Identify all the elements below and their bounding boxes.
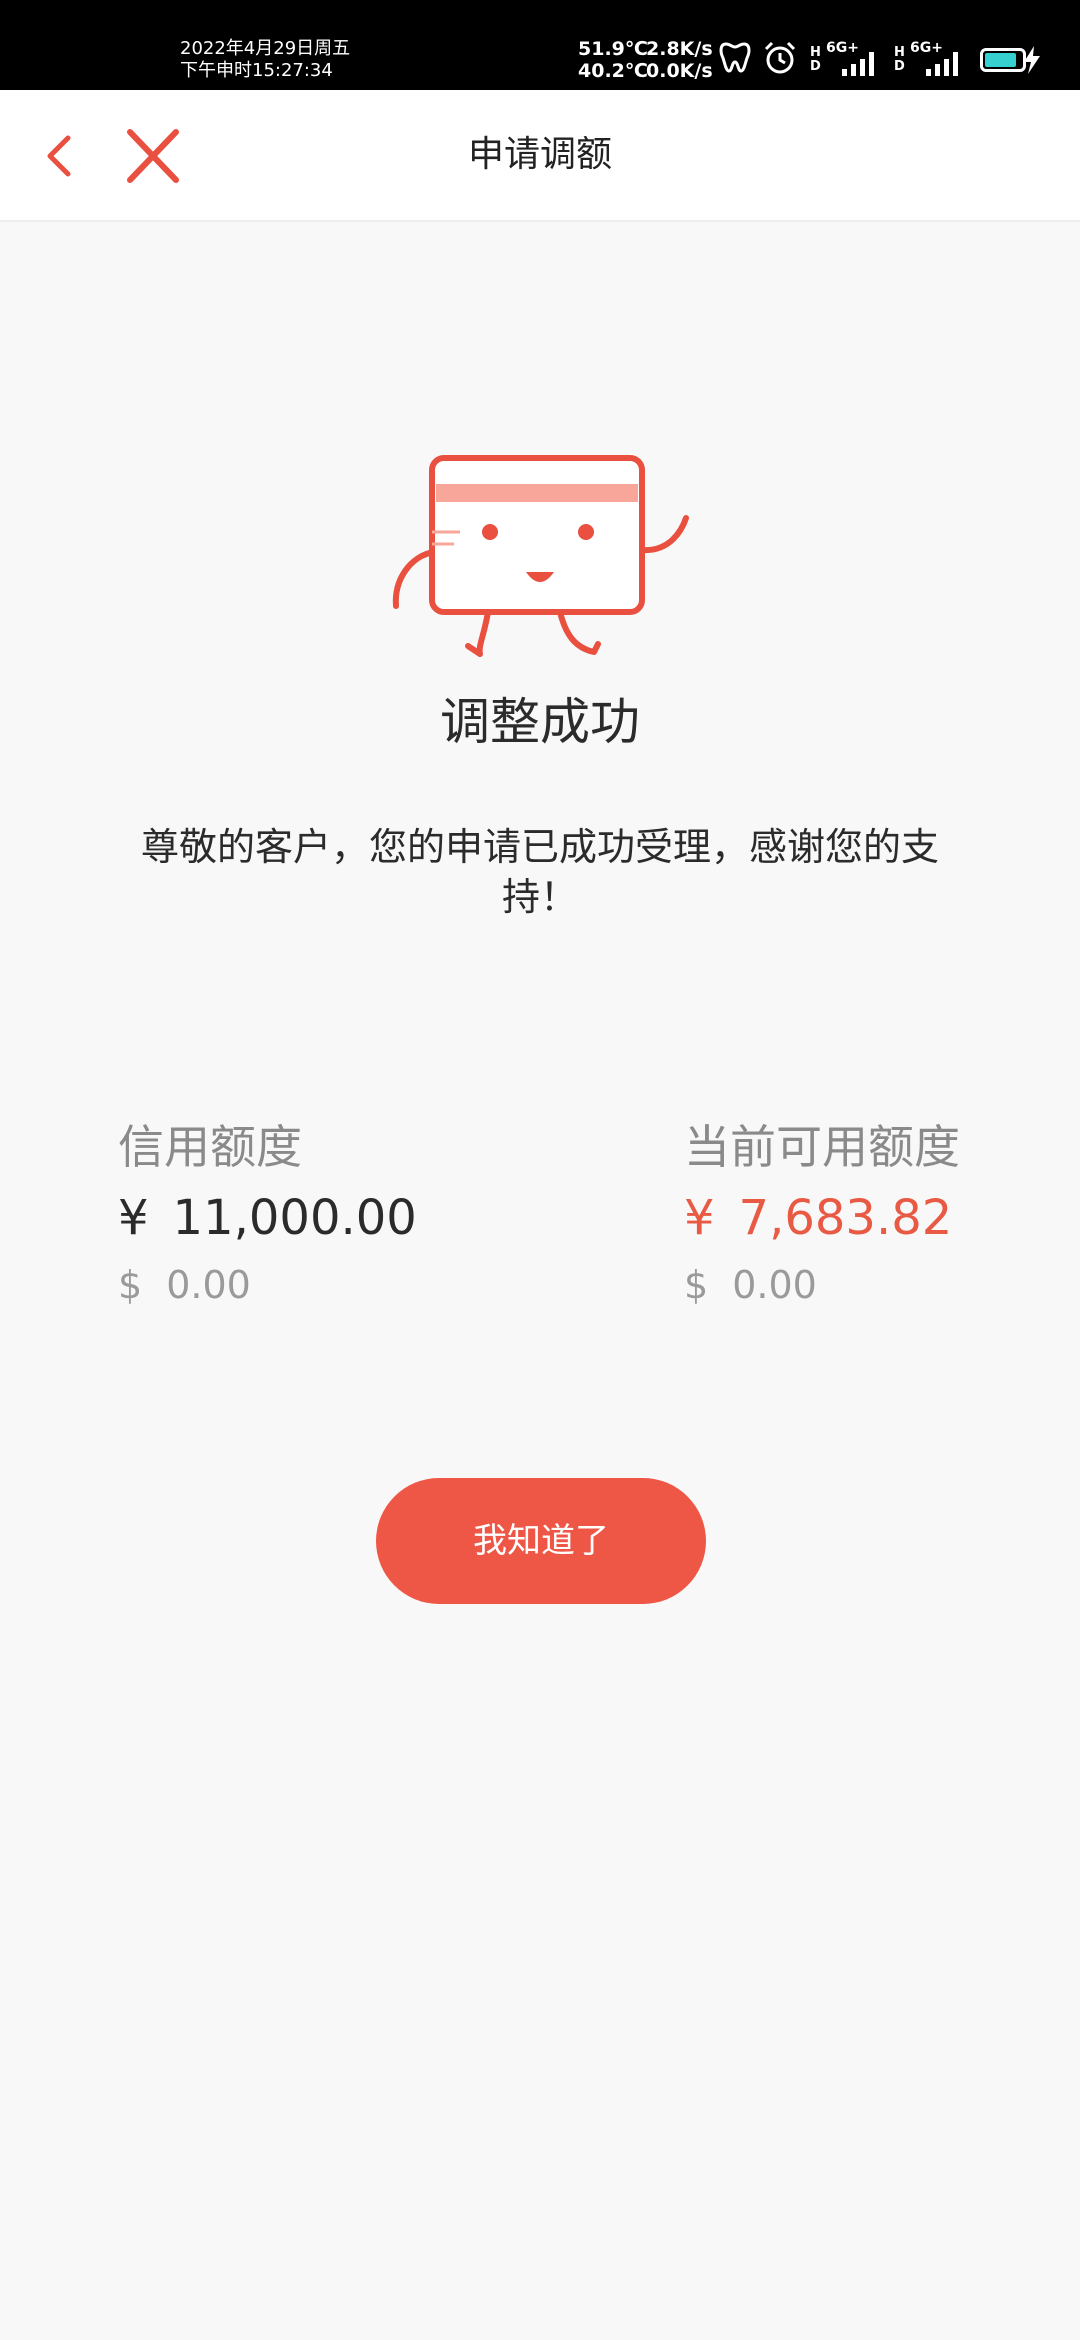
status-speed-down: 0.0K/s [646,60,713,82]
page-title: 申请调额 [467,134,612,175]
credit-limit-cny-value: 11,000.00 [172,1190,417,1246]
alarm-clock-icon [764,41,796,74]
credit-limit-cny: ¥11,000.00 [118,1188,417,1248]
battery-icon [980,48,1026,72]
charging-icon [1024,46,1040,74]
signal-icon-2 [926,52,958,76]
nav-bar: 申请调额 [0,90,1080,222]
available-limit-cny: ¥7,683.82 [684,1188,960,1248]
credit-limit-usd-value: 0.00 [166,1263,251,1307]
available-limit-block: 当前可用额度 ¥7,683.82 $0.00 [684,1118,960,1310]
credit-limit-usd: $0.00 [118,1260,417,1310]
status-bar: 2022年4月29日周五 下午申时15:27:34 51.9℃ 40.2℃ 2.… [0,0,1080,90]
acknowledge-button[interactable]: 我知道了 [376,1478,706,1604]
hd-label-2: H D [894,45,905,74]
battery-level [985,53,1016,67]
status-datetime: 2022年4月29日周五 下午申时15:27:34 [180,38,350,82]
status-time: 下午申时15:27:34 [180,60,333,81]
available-limit-usd-value: 0.00 [732,1263,817,1307]
cny-symbol: ¥ [118,1190,149,1246]
signal-icon-1 [842,52,874,76]
status-temperatures: 51.9℃ 40.2℃ [578,38,648,82]
available-limit-usd: $0.00 [684,1260,960,1310]
credit-limit-label: 信用额度 [118,1120,302,1174]
credit-limit-block: 信用额度 ¥11,000.00 $0.00 [118,1118,417,1310]
result-message: 尊敬的客户，您的申请已成功受理，感谢您的支持！ [140,825,939,919]
status-net-speeds: 2.8K/s 0.0K/s [646,38,713,82]
card-mascot-illustration [392,455,689,657]
usd-symbol: $ [118,1263,143,1307]
status-speed-up: 2.8K/s [646,38,713,60]
result-title: 调整成功 [440,693,640,751]
available-limit-label: 当前可用额度 [684,1120,960,1174]
tooth-icon [719,42,751,73]
hd-label-1: H D [810,45,821,74]
status-temp-battery: 40.2℃ [578,60,648,82]
available-limit-cny-value: 7,683.82 [738,1190,953,1246]
cny-symbol: ¥ [684,1190,715,1246]
usd-symbol: $ [684,1263,709,1307]
status-date: 2022年4月29日周五 [180,38,351,59]
status-temp-cpu: 51.9℃ [578,38,648,60]
